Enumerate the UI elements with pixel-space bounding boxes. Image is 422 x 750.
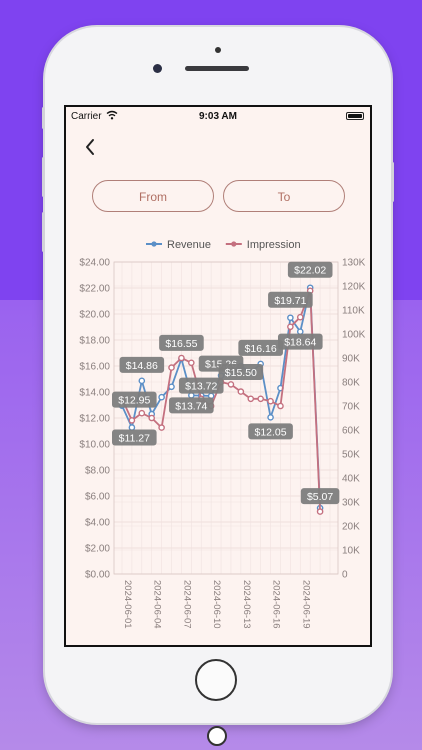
y-left-tick-label: $22.00 xyxy=(79,284,110,295)
y-left-tick-label: $20.00 xyxy=(79,310,110,321)
data-label: $16.16 xyxy=(245,343,277,355)
y-right-tick-label: 80K xyxy=(342,378,360,389)
data-point-revenue xyxy=(138,377,146,385)
y-left-tick-label: $12.00 xyxy=(79,414,110,425)
legend-label-impression: Impression xyxy=(247,239,301,251)
y-left-tick-label: $4.00 xyxy=(85,518,110,529)
data-label: $12.95 xyxy=(118,395,150,407)
revenue-impression-chart: $0.00 $2.00 $4.00 $6.00 $8.00 $10.00 $12.00 $14… xyxy=(79,239,366,629)
y-right-tick-label: 40K xyxy=(342,474,360,485)
data-point-impression xyxy=(247,395,255,403)
y-left-tick-label: $6.00 xyxy=(85,492,110,503)
data-label: $13.72 xyxy=(185,381,217,393)
power-button xyxy=(391,162,394,202)
volume-up-button xyxy=(42,157,45,197)
data-point-impression xyxy=(287,323,294,331)
data-point-impression xyxy=(257,395,264,403)
app-screen: Carrier 9:03 AM From To $0.00 $2.00 $4.00 $… xyxy=(64,105,372,647)
front-camera xyxy=(153,64,162,73)
x-tick-label: 2024-06-16 xyxy=(271,580,282,629)
y-right-tick-label: 10K xyxy=(342,546,360,557)
data-label: $5.07 xyxy=(307,491,333,503)
data-label: $19.71 xyxy=(274,295,306,307)
x-tick-label: 2024-06-04 xyxy=(152,580,163,629)
magnifier-icon xyxy=(207,726,227,746)
data-point-impression xyxy=(277,402,284,410)
y-right-tick-label: 70K xyxy=(342,402,360,413)
y-left-tick-label: $8.00 xyxy=(85,466,110,477)
data-point-revenue xyxy=(158,393,165,401)
y-left-tick-label: $18.00 xyxy=(79,336,110,347)
y-left-tick-label: $14.00 xyxy=(79,388,110,399)
y-left-tick-label: $2.00 xyxy=(85,544,110,555)
status-time: 9:03 AM xyxy=(199,111,237,122)
mute-switch xyxy=(42,107,45,129)
x-tick-label: 2024-06-10 xyxy=(211,580,222,629)
y-right-tick-label: 100K xyxy=(342,330,366,341)
data-point-impression xyxy=(296,313,304,321)
y-left-tick-label: $10.00 xyxy=(79,440,110,451)
data-point-revenue xyxy=(168,383,175,391)
x-tick-label: 2024-06-13 xyxy=(241,580,252,629)
data-point-impression xyxy=(148,414,156,422)
data-point-revenue xyxy=(267,414,274,421)
data-point-impression xyxy=(158,424,165,431)
volume-down-button xyxy=(42,212,45,252)
y-right-tick-label: 130K xyxy=(342,258,366,269)
data-point-impression xyxy=(227,381,235,388)
data-label: $13.74 xyxy=(175,400,207,412)
y-left-tick-label: $0.00 xyxy=(85,570,110,581)
data-point-revenue xyxy=(296,328,304,335)
data-label: $12.05 xyxy=(255,426,287,438)
home-button[interactable] xyxy=(195,659,237,701)
y-right-tick-label: 120K xyxy=(342,282,366,293)
legend-marker-impression xyxy=(231,241,237,247)
data-label: $18.64 xyxy=(284,337,316,349)
proximity-sensor xyxy=(215,47,221,53)
legend-label-revenue: Revenue xyxy=(167,239,211,251)
data-point-impression xyxy=(316,508,324,515)
y-left-tick-label: $24.00 xyxy=(79,258,110,269)
y-right-tick-label: 90K xyxy=(342,354,360,365)
y-right-tick-label: 50K xyxy=(342,450,360,461)
data-point-impression xyxy=(138,409,146,417)
data-point-impression xyxy=(178,354,185,362)
y-right-tick-label: 60K xyxy=(342,426,360,437)
y-right-tick-label: 0 xyxy=(342,570,348,581)
data-label: $22.02 xyxy=(294,265,326,277)
data-label: $11.27 xyxy=(119,432,150,444)
data-point-revenue xyxy=(128,424,136,431)
data-point-impression xyxy=(237,388,245,395)
data-label: $15.50 xyxy=(225,367,257,379)
x-tick-label: 2024-06-19 xyxy=(300,580,311,629)
legend-marker-revenue xyxy=(151,241,157,247)
to-date-button[interactable]: To xyxy=(223,180,345,212)
data-point-impression xyxy=(168,364,175,371)
x-tick-label: 2024-06-07 xyxy=(181,580,192,629)
status-bar: Carrier 9:03 AM xyxy=(66,107,370,127)
chevron-left-icon[interactable] xyxy=(82,137,100,157)
from-date-button[interactable]: From xyxy=(92,180,214,212)
data-label: $14.86 xyxy=(126,360,158,372)
y-right-tick-label: 110K xyxy=(342,306,365,317)
data-point-revenue xyxy=(287,314,294,322)
y-left-tick-label: $16.00 xyxy=(79,362,110,373)
y-right-tick-label: 20K xyxy=(342,522,360,533)
data-point-impression xyxy=(188,359,195,367)
x-tick-label: 2024-06-01 xyxy=(122,580,133,629)
data-label: $16.55 xyxy=(165,338,197,350)
y-right-tick-label: 30K xyxy=(342,498,360,509)
data-point-impression xyxy=(128,417,136,424)
earpiece-speaker xyxy=(185,66,249,71)
data-point-impression xyxy=(267,397,274,405)
battery-icon xyxy=(346,112,364,120)
